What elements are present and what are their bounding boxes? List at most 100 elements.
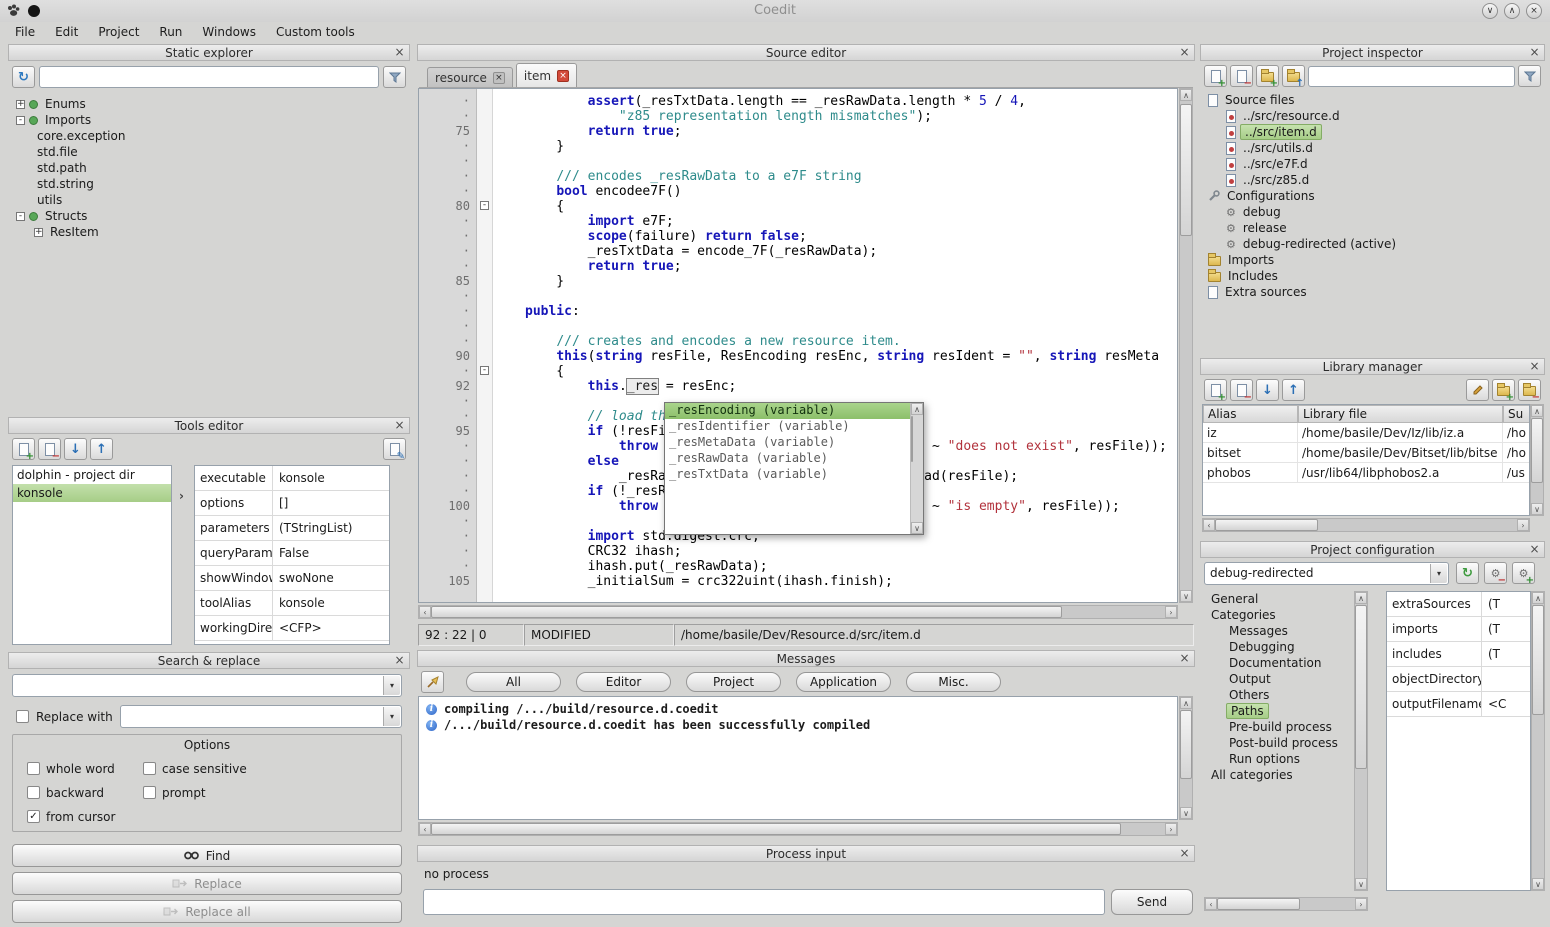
- replace-with-combobox[interactable]: ▾: [120, 705, 402, 728]
- scroll-up-icon[interactable]: ∧: [911, 403, 923, 415]
- inspector-filter-input[interactable]: [1308, 66, 1515, 87]
- category-item[interactable]: Pre-build process: [1204, 719, 1352, 735]
- close-tab-icon[interactable]: ×: [557, 70, 569, 82]
- edit-tool-button[interactable]: ✎: [383, 438, 406, 460]
- menu-windows[interactable]: Windows: [193, 23, 265, 41]
- filter-editor[interactable]: Editor: [576, 672, 671, 692]
- categories-horizontal-scrollbar[interactable]: ‹ ›: [1204, 897, 1368, 911]
- categories-vertical-scrollbar[interactable]: ∧ ∨: [1354, 591, 1368, 891]
- project-inspector-item[interactable]: Includes: [1204, 268, 1541, 284]
- scroll-left-icon[interactable]: ‹: [419, 823, 431, 835]
- property-row[interactable]: extraSources(T: [1387, 592, 1530, 617]
- add-library-button[interactable]: +: [1204, 379, 1227, 401]
- open-folder-button[interactable]: ↑: [1282, 65, 1305, 87]
- close-panel-icon[interactable]: ×: [1527, 45, 1542, 60]
- close-panel-icon[interactable]: ×: [1527, 542, 1542, 557]
- category-item[interactable]: Debugging: [1204, 639, 1352, 655]
- category-item[interactable]: Output: [1204, 671, 1352, 687]
- filter-application[interactable]: Application: [796, 672, 891, 692]
- expander-icon[interactable]: -: [16, 212, 25, 221]
- close-tab-icon[interactable]: ×: [493, 72, 505, 84]
- add-source-button[interactable]: +: [1204, 65, 1227, 87]
- tab-item[interactable]: item ×: [516, 63, 577, 87]
- menu-project[interactable]: Project: [89, 23, 148, 41]
- category-item[interactable]: Documentation: [1204, 655, 1352, 671]
- project-inspector-item[interactable]: ⚙release: [1204, 220, 1541, 236]
- close-panel-icon[interactable]: ×: [1177, 651, 1192, 666]
- property-row[interactable]: showWindowswoNone: [195, 566, 389, 591]
- scroll-down-icon[interactable]: ∨: [1531, 503, 1543, 515]
- configuration-selector[interactable]: debug-redirected ▾: [1204, 562, 1449, 585]
- send-button[interactable]: Send: [1111, 889, 1193, 915]
- process-input-field[interactable]: [423, 889, 1105, 915]
- property-row[interactable]: outputFilename<C: [1387, 692, 1530, 717]
- symbol-filter-input[interactable]: [39, 66, 379, 88]
- tools-editor-header[interactable]: Tools editor ×: [8, 417, 410, 434]
- messages-horizontal-scrollbar[interactable]: ‹ ›: [418, 822, 1178, 836]
- static-explorer-item[interactable]: utils: [12, 192, 406, 208]
- property-row[interactable]: toolAliaskonsole: [195, 591, 389, 616]
- category-item[interactable]: Messages: [1204, 623, 1352, 639]
- messages-header[interactable]: Messages ×: [417, 650, 1195, 667]
- tool-item[interactable]: dolphin - project dir: [13, 466, 171, 484]
- remove-configuration-button[interactable]: ⚙−: [1484, 562, 1507, 584]
- add-folder-button[interactable]: +: [1256, 65, 1279, 87]
- scroll-right-icon[interactable]: ›: [1165, 823, 1177, 835]
- project-inspector-item[interactable]: ⚙debug-redirected (active): [1204, 236, 1541, 252]
- option-prompt[interactable]: prompt: [143, 785, 395, 800]
- category-item[interactable]: General: [1204, 591, 1352, 607]
- library-row[interactable]: phobos/usr/lib64/libphobos2.a/us: [1203, 463, 1529, 483]
- property-row[interactable]: imports(T: [1387, 617, 1530, 642]
- category-item[interactable]: Post-build process: [1204, 735, 1352, 751]
- refresh-button[interactable]: ↻: [12, 66, 35, 88]
- option-backward[interactable]: backward: [27, 785, 143, 800]
- fold-marker-icon[interactable]: -: [480, 366, 489, 375]
- messages-list[interactable]: icompiling /.../build/resource.d.coediti…: [418, 696, 1178, 820]
- fold-marker-icon[interactable]: -: [480, 201, 489, 210]
- move-tool-down-button[interactable]: ↓: [64, 438, 87, 460]
- project-inspector-item[interactable]: Configurations: [1204, 188, 1541, 204]
- scroll-left-icon[interactable]: ‹: [1205, 898, 1217, 910]
- scroll-down-icon[interactable]: ∨: [1180, 807, 1192, 819]
- search-term-combobox[interactable]: ▾: [12, 674, 402, 697]
- replace-all-button[interactable]: Replace all: [12, 900, 402, 923]
- configuration-vertical-scrollbar[interactable]: ∧ ∨: [1531, 591, 1545, 891]
- close-panel-icon[interactable]: ×: [392, 45, 407, 60]
- scroll-up-icon[interactable]: ∧: [1355, 592, 1367, 604]
- move-library-up-button[interactable]: ↑: [1282, 379, 1305, 401]
- checkbox-icon[interactable]: [27, 762, 40, 775]
- scroll-up-icon[interactable]: ∧: [1531, 405, 1543, 417]
- search-replace-header[interactable]: Search & replace ×: [8, 652, 410, 669]
- source-editor-header[interactable]: Source editor ×: [417, 44, 1195, 61]
- close-panel-icon[interactable]: ×: [392, 418, 407, 433]
- static-explorer-item[interactable]: +Enums: [12, 96, 406, 112]
- scroll-down-icon[interactable]: ∨: [1355, 878, 1367, 890]
- close-button[interactable]: ×: [1526, 3, 1542, 19]
- add-configuration-button[interactable]: ⚙+: [1512, 562, 1535, 584]
- static-explorer-header[interactable]: Static explorer ×: [8, 44, 410, 61]
- project-inspector-item[interactable]: ../src/e7F.d: [1204, 156, 1541, 172]
- static-explorer-item[interactable]: core.exception: [12, 128, 406, 144]
- code-editor[interactable]: ··75····80····85····90·92··95····100····…: [418, 88, 1178, 603]
- expander-icon[interactable]: -: [16, 116, 25, 125]
- option-case-sensitive[interactable]: case sensitive: [143, 761, 395, 776]
- process-input-header[interactable]: Process input ×: [417, 845, 1195, 862]
- scroll-up-icon[interactable]: ∧: [1180, 697, 1192, 709]
- scroll-down-icon[interactable]: ∨: [1532, 878, 1544, 890]
- filter-project[interactable]: Project: [686, 672, 781, 692]
- project-configuration-header[interactable]: Project configuration ×: [1200, 541, 1545, 558]
- remove-library-button[interactable]: −: [1230, 379, 1253, 401]
- remove-source-button[interactable]: −: [1230, 65, 1253, 87]
- completion-item[interactable]: _resIdentifier (variable): [665, 419, 910, 435]
- column-header-su[interactable]: Su: [1503, 405, 1529, 423]
- scroll-left-icon[interactable]: ‹: [1203, 519, 1215, 531]
- close-panel-icon[interactable]: ×: [392, 653, 407, 668]
- library-manager-header[interactable]: Library manager ×: [1200, 358, 1545, 375]
- find-button[interactable]: Find: [12, 844, 402, 867]
- minimize-button[interactable]: ∨: [1482, 3, 1498, 19]
- static-explorer-item[interactable]: std.string: [12, 176, 406, 192]
- library-vertical-scrollbar[interactable]: ∧ ∨: [1530, 404, 1544, 516]
- property-row[interactable]: objectDirectory: [1387, 667, 1530, 692]
- project-inspector-item[interactable]: ../src/resource.d: [1204, 108, 1541, 124]
- checkbox-icon[interactable]: [143, 762, 156, 775]
